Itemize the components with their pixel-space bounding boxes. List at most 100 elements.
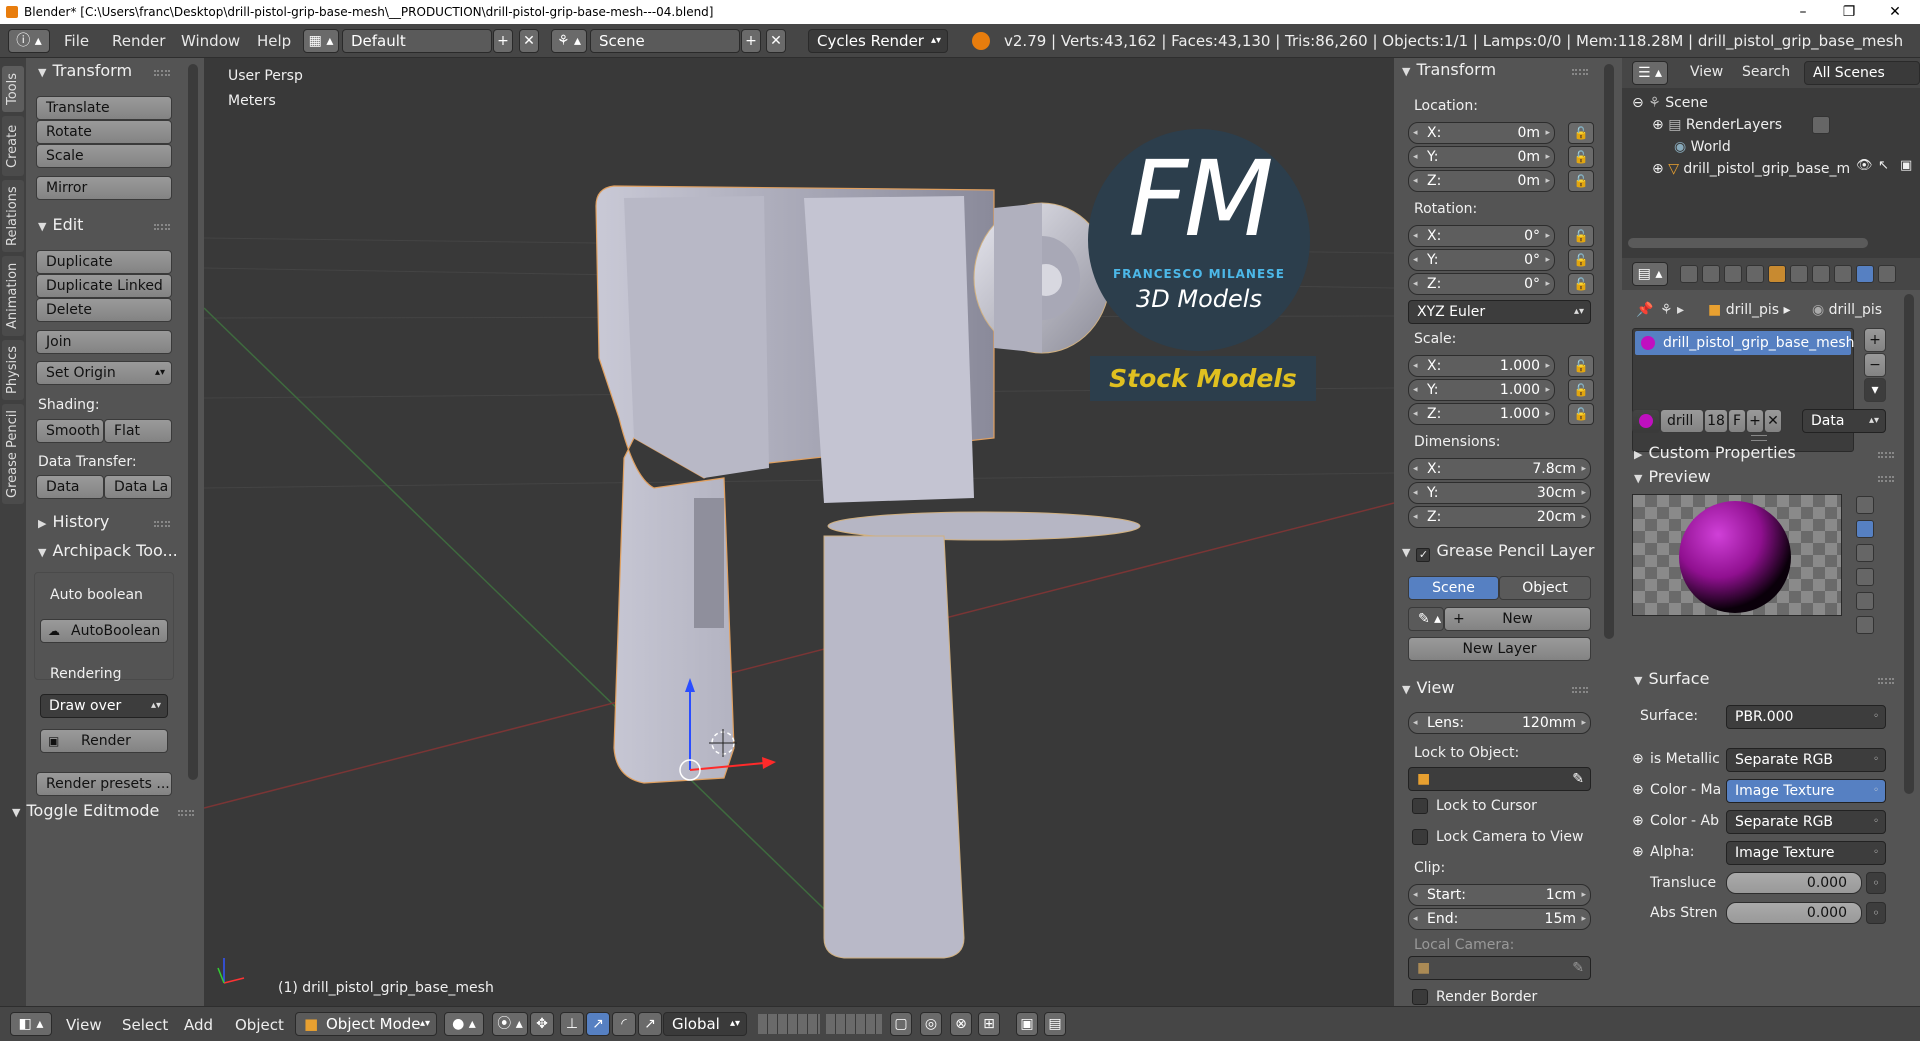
scene-field[interactable]: Scene — [590, 29, 740, 53]
dimensions-y-field[interactable]: ◂ Y: 30cm ▸ — [1408, 482, 1591, 504]
menu-window[interactable]: Window — [181, 32, 240, 50]
properties-editor-icon[interactable]: ▤ ▴ — [1632, 262, 1668, 286]
tab-animation[interactable]: Animation — [2, 256, 24, 336]
input-expand-icon[interactable]: ⊕ — [1632, 751, 1644, 767]
unlink-material-button[interactable]: ✕ — [1764, 409, 1782, 433]
clip-end-field[interactable]: ◂ End: 15m ▸ — [1408, 908, 1591, 930]
3d-viewport[interactable]: User Persp Meters (1) drill_pistol_grip_… — [204, 58, 1394, 1006]
gp-pencil-icon[interactable]: ✎ ▴ — [1408, 607, 1444, 631]
gp-object-toggle[interactable]: Object — [1499, 576, 1591, 600]
remove-scene-icon[interactable]: ✕ — [766, 29, 786, 53]
outliner-view-menu[interactable]: View — [1690, 64, 1723, 80]
outliner-row-renderlayers[interactable]: ⊕ ▤ RenderLayers — [1652, 114, 1782, 136]
render-engine-select[interactable]: Cycles Render ▴▾ — [808, 29, 948, 53]
location-z-field[interactable]: ◂ Z: 0m ▸ — [1408, 170, 1555, 192]
material-browse-icon[interactable] — [1632, 409, 1660, 433]
outliner-search-menu[interactable]: Search — [1742, 64, 1790, 80]
view-menu[interactable]: View — [66, 1016, 102, 1034]
pivot-point-icon[interactable]: ⦿ ▴ — [492, 1012, 528, 1036]
tab-tools[interactable]: Tools — [2, 66, 24, 112]
slot-specials-button[interactable]: ▾ — [1864, 378, 1886, 402]
pin-icon[interactable]: 📌 — [1636, 302, 1653, 318]
object-menu[interactable]: Object — [235, 1016, 284, 1034]
panel-grip-icon[interactable] — [1572, 687, 1588, 693]
scale-button[interactable]: Scale — [36, 144, 172, 168]
lock-scale-z-icon[interactable]: 🔓 — [1568, 403, 1594, 425]
transform-orientation-select[interactable]: Global ▴▾ — [663, 1012, 747, 1036]
lock-camera-checkbox[interactable] — [1412, 829, 1428, 845]
panel-grip-icon[interactable] — [154, 521, 170, 527]
panel-grip-icon[interactable] — [1878, 476, 1894, 482]
scale-z-field[interactable]: ◂ Z: 1.000 ▸ — [1408, 403, 1555, 425]
preview-sphere-icon[interactable] — [1856, 520, 1874, 538]
material-users-count[interactable]: 18 — [1704, 409, 1728, 433]
panel-grip-icon[interactable] — [1572, 69, 1588, 75]
panel-grip-icon[interactable] — [178, 810, 194, 816]
menu-help[interactable]: Help — [257, 32, 291, 50]
select-menu[interactable]: Select — [122, 1016, 168, 1034]
screen-layout-icon[interactable]: ▦ ▴ — [303, 29, 339, 53]
add-scene-icon[interactable]: + — [741, 29, 761, 53]
editor-type-info-icon[interactable]: ⓘ ▴ — [8, 29, 50, 53]
clip-start-field[interactable]: ◂ Start: 1cm ▸ — [1408, 884, 1591, 906]
rotation-z-field[interactable]: ◂ Z: 0° ▸ — [1408, 273, 1555, 295]
translucent-link-icon[interactable]: ◦ — [1866, 872, 1886, 894]
layer-buttons-b[interactable] — [826, 1014, 882, 1034]
properties-scrollbar[interactable] — [1904, 294, 1914, 794]
tab-create[interactable]: Create — [2, 116, 24, 176]
material-tab-icon[interactable] — [1856, 265, 1874, 283]
panel-grip-icon[interactable] — [154, 224, 170, 230]
toggle-editmode-header[interactable]: ▼ Toggle Editmode — [12, 801, 159, 820]
manipulator-active-icon[interactable]: ↗ — [586, 1012, 610, 1036]
translucent-field[interactable]: 0.000 — [1726, 872, 1862, 894]
delete-button[interactable]: Delete — [36, 298, 172, 322]
dimensions-x-field[interactable]: ◂ X: 7.8cm ▸ — [1408, 458, 1591, 480]
snap-element-icon[interactable]: ⊞ — [978, 1012, 1000, 1036]
material-slot-list[interactable]: drill_pistol_grip_base_mesh — [1632, 328, 1855, 452]
opengl-animation-icon[interactable]: ▤ — [1044, 1012, 1066, 1036]
manipulator-toggle-icon[interactable]: ✥ — [530, 1012, 554, 1036]
layout-field[interactable]: Default — [342, 29, 492, 53]
texture-tab-icon[interactable] — [1878, 265, 1896, 283]
lens-field[interactable]: ◂ Lens: 120mm ▸ — [1408, 712, 1591, 734]
scene-icon[interactable]: ⚘ ▴ — [551, 29, 587, 53]
viewport-shading-icon[interactable]: ● ▴ — [444, 1012, 484, 1036]
preview-hair-icon[interactable] — [1856, 592, 1874, 610]
input-link-select[interactable]: Image Texture ◦ — [1726, 841, 1886, 865]
lock-scale-y-icon[interactable]: 🔓 — [1568, 379, 1594, 401]
minimize-button[interactable]: – — [1780, 0, 1826, 24]
lock-rotation-y-icon[interactable]: 🔓 — [1568, 249, 1594, 271]
gp-new-button[interactable]: + New — [1444, 607, 1591, 631]
panel-grip-icon[interactable] — [154, 70, 170, 76]
modifiers-tab-icon[interactable] — [1812, 265, 1830, 283]
flat-button[interactable]: Flat — [104, 419, 172, 443]
lock-location-z-icon[interactable]: 🔓 — [1568, 170, 1594, 192]
location-x-field[interactable]: ◂ X: 0m ▸ — [1408, 122, 1555, 144]
close-window-button[interactable]: ✕ — [1872, 0, 1918, 24]
toolshelf-scrollbar[interactable] — [188, 64, 198, 780]
menu-render[interactable]: Render — [112, 32, 165, 50]
visibility-eye-icon[interactable]: 👁 — [1856, 158, 1873, 173]
data-transfer-button[interactable]: Data — [36, 475, 104, 499]
renderlayer-icon[interactable] — [1812, 116, 1830, 134]
viewport-editor-icon[interactable]: ◧ ▴ — [10, 1012, 52, 1036]
n-panel-scrollbar[interactable] — [1604, 64, 1614, 639]
panel-grip-icon[interactable] — [1878, 452, 1894, 458]
input-expand-icon[interactable]: ⊕ — [1632, 813, 1644, 829]
outliner-row-scene[interactable]: ⊖ ⚘ Scene — [1632, 92, 1708, 114]
render-layers-tab-icon[interactable] — [1702, 265, 1720, 283]
layer-buttons-a[interactable] — [758, 1014, 820, 1034]
dimensions-z-field[interactable]: ◂ Z: 20cm ▸ — [1408, 506, 1591, 528]
object-tab-icon[interactable] — [1768, 265, 1786, 283]
input-link-select[interactable]: Image Texture ◦ — [1726, 779, 1886, 803]
data-tab-icon[interactable] — [1834, 265, 1852, 283]
lock-location-x-icon[interactable]: 🔓 — [1568, 122, 1594, 144]
transform-panel-header[interactable]: ▼ Transform — [38, 61, 132, 80]
grease-pencil-layer-header[interactable]: ▼ ✓ Grease Pencil Layer — [1402, 541, 1594, 562]
fake-user-button[interactable]: F — [1728, 409, 1746, 433]
outliner-row-drill[interactable]: ⊕ ▽ drill_pistol_grip_base_m — [1652, 158, 1850, 180]
rotation-x-field[interactable]: ◂ X: 0° ▸ — [1408, 225, 1555, 247]
panel-grip-icon[interactable] — [1878, 678, 1894, 684]
world-tab-icon[interactable] — [1746, 265, 1764, 283]
join-button[interactable]: Join — [36, 330, 172, 354]
